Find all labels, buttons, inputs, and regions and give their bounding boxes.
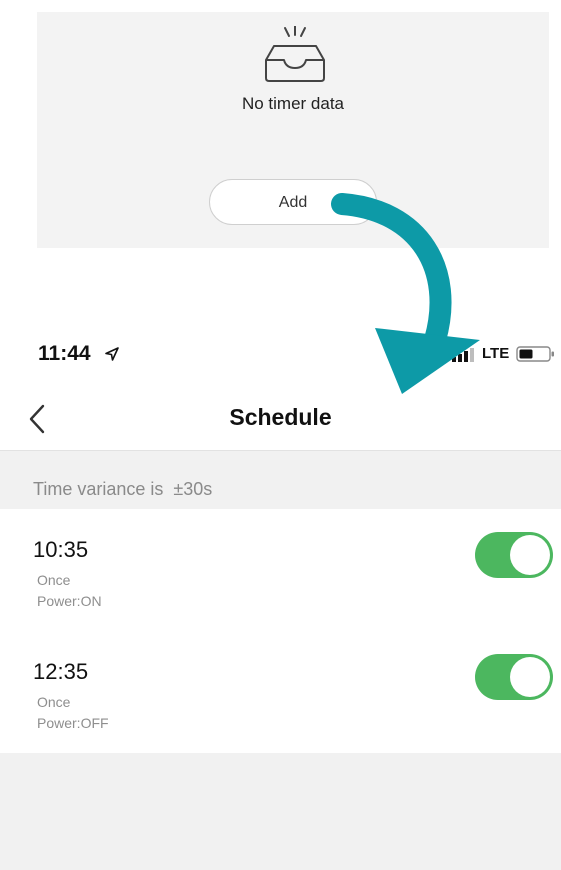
network-type: LTE (482, 345, 510, 362)
empty-state-message: No timer data (241, 94, 345, 113)
schedule-time: 10:35 (33, 537, 89, 562)
schedule-toggle[interactable] (475, 654, 553, 700)
page-title: Schedule (229, 404, 332, 430)
toggle-knob (510, 535, 550, 575)
schedule-time: 12:35 (33, 659, 89, 684)
schedule-list: 10:35 Once Power:ON 12:35 Once Power:OFF (0, 509, 561, 753)
schedule-action: Power:ON (37, 593, 102, 609)
time-variance-row: Time variance is ±30s (0, 451, 561, 509)
empty-timer-card: No timer data Add (37, 12, 549, 248)
schedule-repeat: Once (37, 694, 71, 710)
toggle-knob (510, 657, 550, 697)
empty-inbox-icon (265, 26, 325, 82)
schedule-repeat: Once (37, 572, 71, 588)
schedule-toggle[interactable] (475, 532, 553, 578)
schedule-action: Power:OFF (37, 715, 109, 731)
schedule-item[interactable]: 12:35 Once Power:OFF (0, 631, 561, 753)
location-arrow-icon (105, 347, 119, 361)
battery-icon (516, 346, 554, 362)
cellular-signal-icon (452, 348, 474, 362)
bottom-empty-area (0, 753, 561, 870)
schedule-item[interactable]: 10:35 Once Power:ON (0, 509, 561, 631)
time-variance-text: Time variance is ±30s (33, 479, 213, 499)
add-timer-button[interactable]: Add (209, 179, 377, 225)
status-time: 11:44 (38, 342, 91, 365)
